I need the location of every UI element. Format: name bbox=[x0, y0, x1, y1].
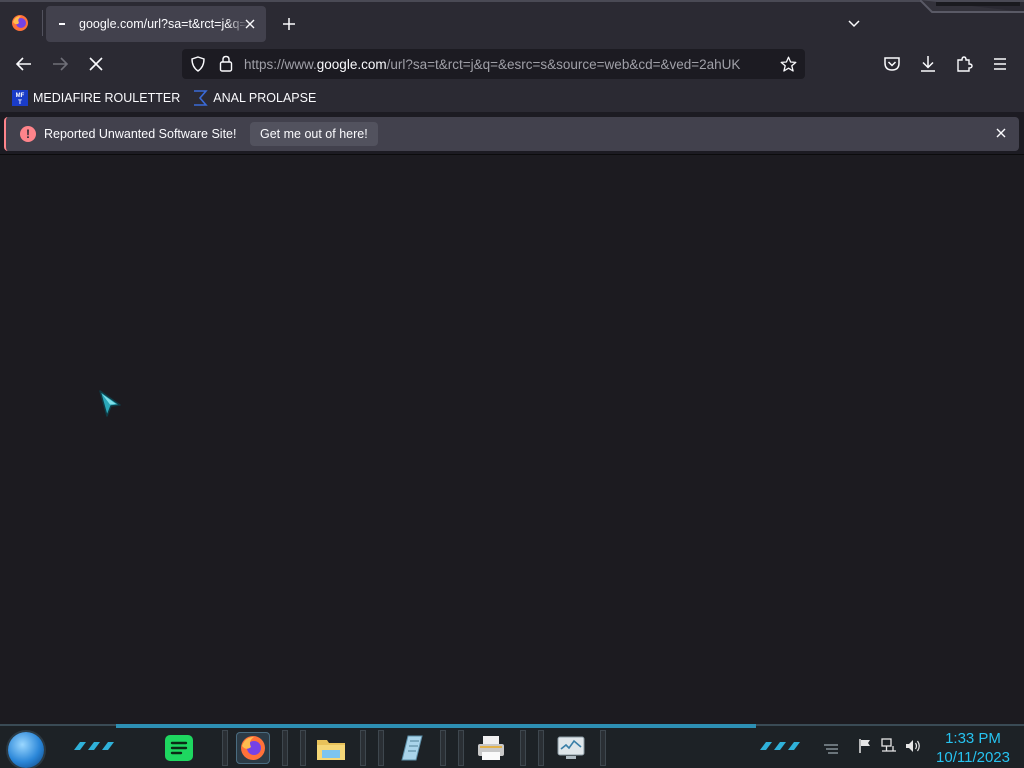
tab-loading-icon bbox=[59, 23, 65, 25]
url-text[interactable]: https://www.google.com/url?sa=t&rct=j&q=… bbox=[244, 57, 772, 72]
firefox-task-button[interactable] bbox=[236, 732, 270, 764]
bookmark-anal-prolapse[interactable]: ANAL PROLAPSE bbox=[192, 90, 316, 106]
show-hidden-icons-icon[interactable] bbox=[822, 740, 840, 758]
file-explorer-task-button[interactable] bbox=[314, 732, 348, 764]
task-slot-divider bbox=[440, 730, 446, 766]
bookmark-label: ANAL PROLAPSE bbox=[213, 91, 317, 105]
taskbar-chevron-decoration bbox=[760, 742, 800, 750]
unwanted-software-warning-bar: ! Reported Unwanted Software Site! Get m… bbox=[4, 117, 1019, 151]
firefox-menu-icon[interactable] bbox=[11, 14, 29, 32]
mouse-cursor-icon bbox=[99, 390, 121, 417]
action-center-flag-icon[interactable] bbox=[856, 737, 874, 755]
tab-title: google.com/url?sa=t&rct=j&q= bbox=[79, 17, 247, 31]
sigma-icon bbox=[194, 90, 208, 106]
notepad-icon bbox=[401, 735, 423, 761]
get-me-out-button[interactable]: Get me out of here! bbox=[250, 122, 378, 146]
system-clock[interactable]: 1:33 PM 10/11/2023 bbox=[928, 729, 1018, 767]
warning-message: Reported Unwanted Software Site! bbox=[44, 127, 237, 141]
navigation-toolbar: https://www.google.com/url?sa=t&rct=j&q=… bbox=[0, 44, 1024, 84]
url-prefix: https://www. bbox=[244, 57, 317, 72]
clock-time: 1:33 PM bbox=[945, 730, 1001, 747]
spotify-task-button[interactable] bbox=[162, 732, 196, 764]
task-manager-task-button[interactable] bbox=[554, 732, 588, 764]
firefox-icon bbox=[241, 736, 265, 760]
spotify-icon bbox=[165, 735, 193, 761]
task-slot-divider bbox=[538, 730, 544, 766]
back-arrow-icon[interactable] bbox=[14, 54, 34, 74]
url-host: google.com bbox=[316, 57, 387, 72]
taskbar-accent-strip bbox=[116, 724, 756, 728]
bookmark-mediafire-rouletter[interactable]: MF T MEDIAFIRE ROULETTER bbox=[12, 90, 180, 106]
network-icon[interactable] bbox=[880, 737, 898, 755]
bookmark-label: MEDIAFIRE ROULETTER bbox=[33, 91, 181, 105]
tab-strip: google.com/url?sa=t&rct=j&q= bbox=[0, 0, 1024, 44]
file-explorer-icon bbox=[317, 740, 345, 760]
task-slot-divider bbox=[520, 730, 526, 766]
tab-google-redirect[interactable]: google.com/url?sa=t&rct=j&q= bbox=[46, 6, 266, 42]
volume-icon[interactable] bbox=[904, 737, 922, 755]
extensions-puzzle-icon[interactable] bbox=[954, 54, 974, 74]
pocket-icon[interactable] bbox=[882, 54, 902, 74]
list-all-tabs-icon[interactable] bbox=[846, 16, 862, 32]
new-tab-icon[interactable] bbox=[280, 15, 298, 33]
address-bar[interactable]: https://www.google.com/url?sa=t&rct=j&q=… bbox=[182, 49, 805, 79]
tracking-protection-shield-icon[interactable] bbox=[190, 56, 206, 72]
clock-date: 10/11/2023 bbox=[936, 749, 1010, 766]
svg-text:T: T bbox=[18, 100, 22, 106]
notepad-task-button[interactable] bbox=[394, 732, 428, 764]
start-orb-icon[interactable] bbox=[8, 732, 44, 768]
svg-text:MF: MF bbox=[16, 93, 25, 99]
url-path: /url?sa=t&rct=j&q=&esrc=s&source=web&cd=… bbox=[386, 57, 741, 72]
task-slot-divider bbox=[282, 730, 288, 766]
task-slot-divider bbox=[458, 730, 464, 766]
taskbar: 1:33 PM 10/11/2023 bbox=[0, 724, 1024, 768]
tab-close-icon[interactable] bbox=[242, 16, 258, 32]
warning-exclamation-icon: ! bbox=[20, 126, 36, 142]
task-slot-divider bbox=[300, 730, 306, 766]
task-slot-divider bbox=[360, 730, 366, 766]
mediafire-icon: MF T bbox=[12, 90, 28, 106]
printer-icon bbox=[478, 736, 504, 760]
task-slot-divider bbox=[600, 730, 606, 766]
site-security-lock-icon[interactable] bbox=[218, 55, 234, 72]
printer-task-button[interactable] bbox=[474, 732, 508, 764]
task-manager-icon bbox=[557, 736, 585, 759]
task-slot-divider bbox=[222, 730, 228, 766]
task-slot-divider bbox=[378, 730, 384, 766]
hamburger-menu-icon[interactable] bbox=[990, 54, 1010, 74]
window-frame-decoration bbox=[920, 0, 1024, 13]
page-content-area[interactable] bbox=[0, 155, 1024, 725]
close-icon[interactable] bbox=[994, 126, 1008, 140]
tab-strip-separator bbox=[42, 10, 43, 36]
stop-loading-icon[interactable] bbox=[86, 54, 106, 74]
forward-arrow-icon[interactable] bbox=[50, 54, 70, 74]
downloads-icon[interactable] bbox=[918, 54, 938, 74]
bookmarks-toolbar: MF T MEDIAFIRE ROULETTER ANAL PROLAPSE bbox=[0, 84, 1024, 112]
taskbar-chevron-decoration bbox=[74, 742, 114, 750]
bookmark-star-icon[interactable] bbox=[780, 56, 797, 73]
